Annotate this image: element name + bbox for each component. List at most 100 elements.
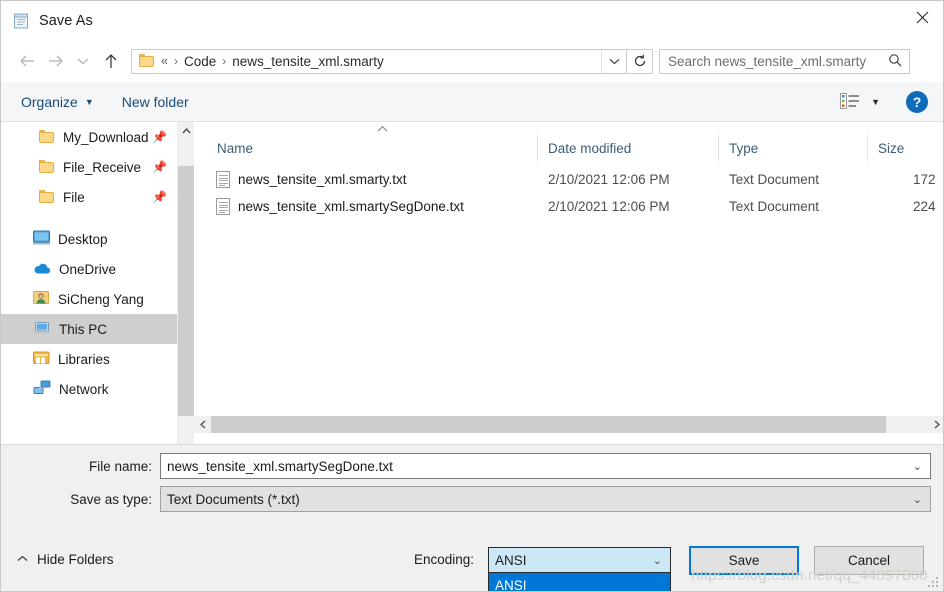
command-bar-right: ▼ ? xyxy=(840,82,943,122)
pin-icon[interactable]: 📌 xyxy=(152,190,167,204)
table-row[interactable]: news_tensite_xml.smartySegDone.txt 2/10/… xyxy=(194,193,943,220)
recent-locations-button[interactable] xyxy=(69,46,97,76)
change-view-button[interactable]: ▼ xyxy=(840,92,880,112)
breadcrumb-separator[interactable]: › xyxy=(174,54,178,68)
sidebar-item-file-receive[interactable]: File_Receive 📌 xyxy=(1,152,177,182)
forward-button[interactable] xyxy=(41,46,69,76)
close-icon xyxy=(916,11,928,24)
help-label: ? xyxy=(912,94,922,110)
pin-icon[interactable]: 📌 xyxy=(152,160,167,174)
close-button[interactable] xyxy=(899,1,943,34)
pin-icon[interactable]: 📌 xyxy=(152,130,167,144)
encoding-label: Encoding: xyxy=(414,552,475,567)
help-button[interactable]: ? xyxy=(906,91,928,113)
column-header-date-modified[interactable]: Date modified xyxy=(548,133,631,163)
cancel-button[interactable]: Cancel xyxy=(814,546,924,575)
sidebar-item-libraries[interactable]: Libraries xyxy=(1,344,177,374)
scroll-up-button[interactable] xyxy=(178,122,195,139)
chevron-right-icon xyxy=(934,420,940,429)
command-bar: Organize ▼ New folder ▼ ? xyxy=(1,82,943,122)
sidebar-item-my-download[interactable]: My_Download 📌 xyxy=(1,122,177,152)
column-divider[interactable] xyxy=(537,135,538,161)
hide-folders-button[interactable]: Hide Folders xyxy=(17,552,114,567)
chevron-down-icon[interactable]: ⌄ xyxy=(653,554,662,567)
save-button[interactable]: Save xyxy=(689,546,799,575)
encoding-dropdown-list[interactable]: ANSI xyxy=(488,573,671,591)
resize-grip[interactable] xyxy=(928,577,940,589)
new-folder-button[interactable]: New folder xyxy=(122,94,189,110)
new-folder-label: New folder xyxy=(121,93,189,110)
hide-folders-label: Hide Folders xyxy=(37,552,114,567)
folder-icon xyxy=(39,130,55,144)
column-header-name[interactable]: Name xyxy=(217,133,253,163)
column-divider[interactable] xyxy=(867,135,868,161)
sidebar-item-desktop[interactable]: Desktop xyxy=(1,224,177,254)
refresh-button[interactable] xyxy=(627,48,653,74)
breadcrumb-item-code[interactable]: Code xyxy=(184,54,216,69)
search-box[interactable]: Search news_tensite_xml.smarty xyxy=(659,48,910,74)
cell-size: 224 xyxy=(913,199,936,214)
sidebar-item-label: SiCheng Yang xyxy=(58,291,144,307)
filename-value: news_tensite_xml.smartySegDone.txt xyxy=(167,458,393,474)
sidebar-scrollbar[interactable] xyxy=(177,122,943,591)
hscroll-right-button[interactable] xyxy=(928,416,943,433)
sidebar-item-onedrive[interactable]: OneDrive xyxy=(1,254,177,284)
chevron-down-icon xyxy=(609,58,619,64)
arrow-right-icon xyxy=(48,55,63,67)
encoding-option-ansi[interactable]: ANSI xyxy=(489,573,670,591)
address-bar[interactable]: « › Code › news_tensite_xml.smarty xyxy=(131,48,627,74)
savetype-combobox[interactable]: Text Documents (*.txt) ⌄ xyxy=(160,486,931,512)
cell-type: Text Document xyxy=(729,172,820,187)
savetype-label: Save as type: xyxy=(70,492,152,507)
dialog-content: My_Download 📌 File_Receive 📌 File 📌 Desk… xyxy=(1,122,943,591)
folder-icon xyxy=(139,54,155,68)
breadcrumb: « › Code › news_tensite_xml.smarty xyxy=(161,54,601,69)
this-pc-icon xyxy=(33,321,51,338)
organize-button[interactable]: Organize ▼ xyxy=(21,94,94,110)
arrow-left-icon xyxy=(19,55,34,67)
breadcrumb-separator[interactable]: › xyxy=(222,54,226,68)
organize-label: Organize xyxy=(21,93,78,110)
sidebar-item-file[interactable]: File 📌 xyxy=(1,182,177,212)
breadcrumb-item-current[interactable]: news_tensite_xml.smarty xyxy=(232,54,384,69)
sidebar-item-label: Libraries xyxy=(58,351,110,367)
scrollbar-thumb[interactable] xyxy=(211,416,886,433)
encoding-combobox[interactable]: ANSI ⌄ xyxy=(488,547,671,573)
chevron-left-icon xyxy=(199,420,205,429)
sidebar-item-network[interactable]: Network xyxy=(1,374,177,404)
breadcrumb-overflow-icon[interactable]: « xyxy=(161,54,168,68)
file-list-hscrollbar[interactable] xyxy=(194,416,943,433)
up-button[interactable] xyxy=(97,46,125,76)
sidebar-item-label: File xyxy=(63,189,85,205)
chevron-down-icon[interactable]: ⌄ xyxy=(913,460,922,473)
network-icon xyxy=(33,380,51,398)
column-header-type[interactable]: Type xyxy=(729,133,758,163)
column-divider[interactable] xyxy=(718,135,719,161)
sidebar-item-label: Network xyxy=(59,381,109,397)
navigation-pane: My_Download 📌 File_Receive 📌 File 📌 Desk… xyxy=(1,122,177,444)
chevron-up-icon xyxy=(182,127,191,133)
address-dropdown-button[interactable] xyxy=(601,49,626,73)
column-header-size[interactable]: Size xyxy=(878,133,904,163)
cell-date-modified: 2/10/2021 12:06 PM xyxy=(548,199,670,214)
sidebar-item-label: This PC xyxy=(59,321,108,337)
user-folder-icon xyxy=(33,290,50,308)
save-as-dialog: Save As « › Code › news_tensite_xml.smar… xyxy=(0,0,944,592)
sidebar-item-label: Desktop xyxy=(58,231,108,247)
back-button[interactable] xyxy=(13,46,41,76)
text-document-icon xyxy=(216,198,230,215)
chevron-down-icon xyxy=(77,58,89,65)
savetype-value: Text Documents (*.txt) xyxy=(167,491,300,507)
search-input[interactable]: Search news_tensite_xml.smarty xyxy=(668,54,888,69)
scrollbar-thumb[interactable] xyxy=(178,166,195,416)
filename-input[interactable]: news_tensite_xml.smartySegDone.txt ⌄ xyxy=(160,453,931,479)
text-document-icon xyxy=(216,171,230,188)
chevron-down-icon[interactable]: ⌄ xyxy=(913,493,922,506)
sidebar-item-this-pc[interactable]: This PC xyxy=(1,314,177,344)
sidebar-item-label: File_Receive xyxy=(63,159,142,175)
libraries-icon xyxy=(33,350,50,368)
table-row[interactable]: news_tensite_xml.smarty.txt 2/10/2021 12… xyxy=(194,166,943,193)
sidebar-item-sicheng-yang[interactable]: SiCheng Yang xyxy=(1,284,177,314)
hscroll-left-button[interactable] xyxy=(194,416,211,433)
cell-size: 172 xyxy=(913,172,936,187)
